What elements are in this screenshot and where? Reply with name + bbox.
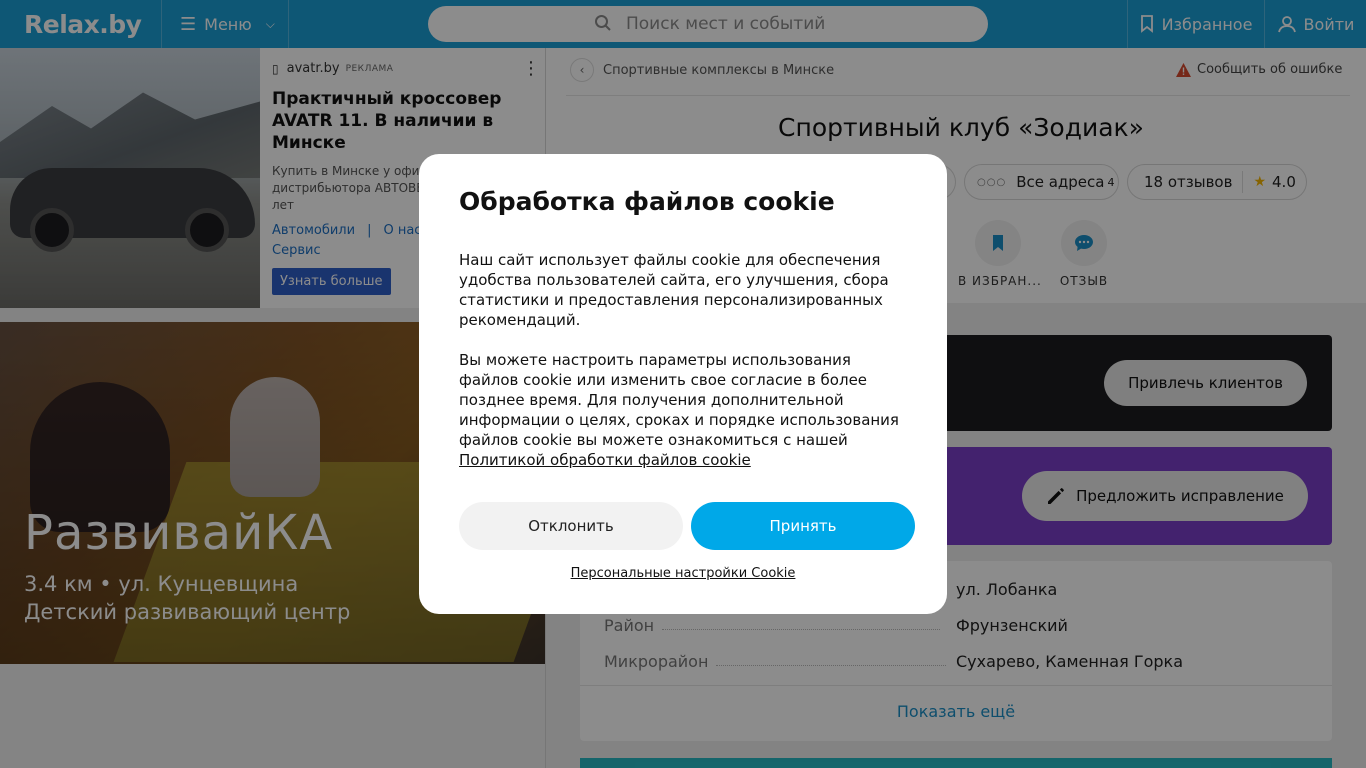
cookie-modal: Обработка файлов cookie Наш сайт использ… <box>419 154 947 614</box>
modal-paragraph: Вы можете настроить параметры использова… <box>459 350 909 470</box>
modal-paragraph-text: Вы можете настроить параметры использова… <box>459 351 899 449</box>
decline-button[interactable]: Отклонить <box>459 502 683 550</box>
cookie-policy-link[interactable]: Политикой обработки файлов cookie <box>459 451 751 469</box>
personal-cookie-settings-link[interactable]: Персональные настройки Cookie <box>419 566 947 581</box>
modal-paragraph: Наш сайт использует файлы cookie для обе… <box>459 251 889 329</box>
modal-title: Обработка файлов cookie <box>459 187 835 216</box>
accept-button[interactable]: Принять <box>691 502 915 550</box>
